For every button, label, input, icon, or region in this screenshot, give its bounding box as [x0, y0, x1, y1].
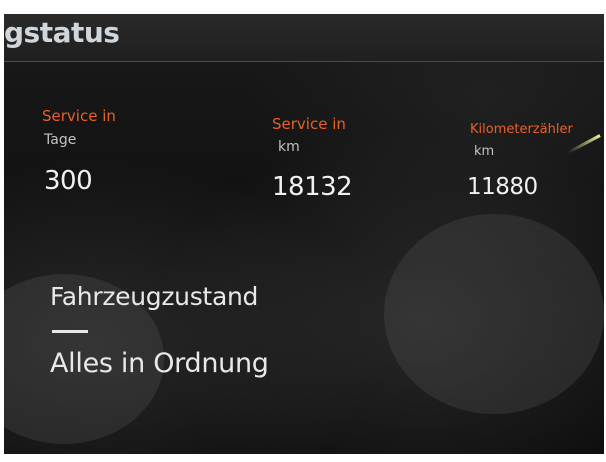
service-km-value: 18132: [272, 172, 353, 202]
service-days-unit: Tage: [44, 132, 77, 148]
hand-reflection: [384, 214, 604, 414]
odometer-value: 11880: [467, 174, 538, 200]
header-divider: [4, 61, 604, 62]
service-km-label: Service in: [272, 115, 346, 133]
vehicle-condition-rule: [52, 330, 88, 333]
vehicle-condition-status: Alles in Ordnung: [50, 348, 269, 379]
odometer-unit: km: [474, 144, 495, 159]
page-title: gstatus: [4, 16, 120, 49]
odometer-label: Kilometerzähler: [470, 122, 573, 137]
vehicle-status-screen: gstatus Service in Tage 300 Service in k…: [4, 14, 604, 454]
light-glare: [567, 134, 601, 154]
service-km-unit: km: [278, 139, 300, 155]
service-days-value: 300: [44, 166, 93, 196]
service-days-label: Service in: [42, 107, 116, 125]
vehicle-condition-title: Fahrzeugzustand: [50, 282, 259, 311]
photo-frame: gstatus Service in Tage 300 Service in k…: [0, 0, 606, 462]
